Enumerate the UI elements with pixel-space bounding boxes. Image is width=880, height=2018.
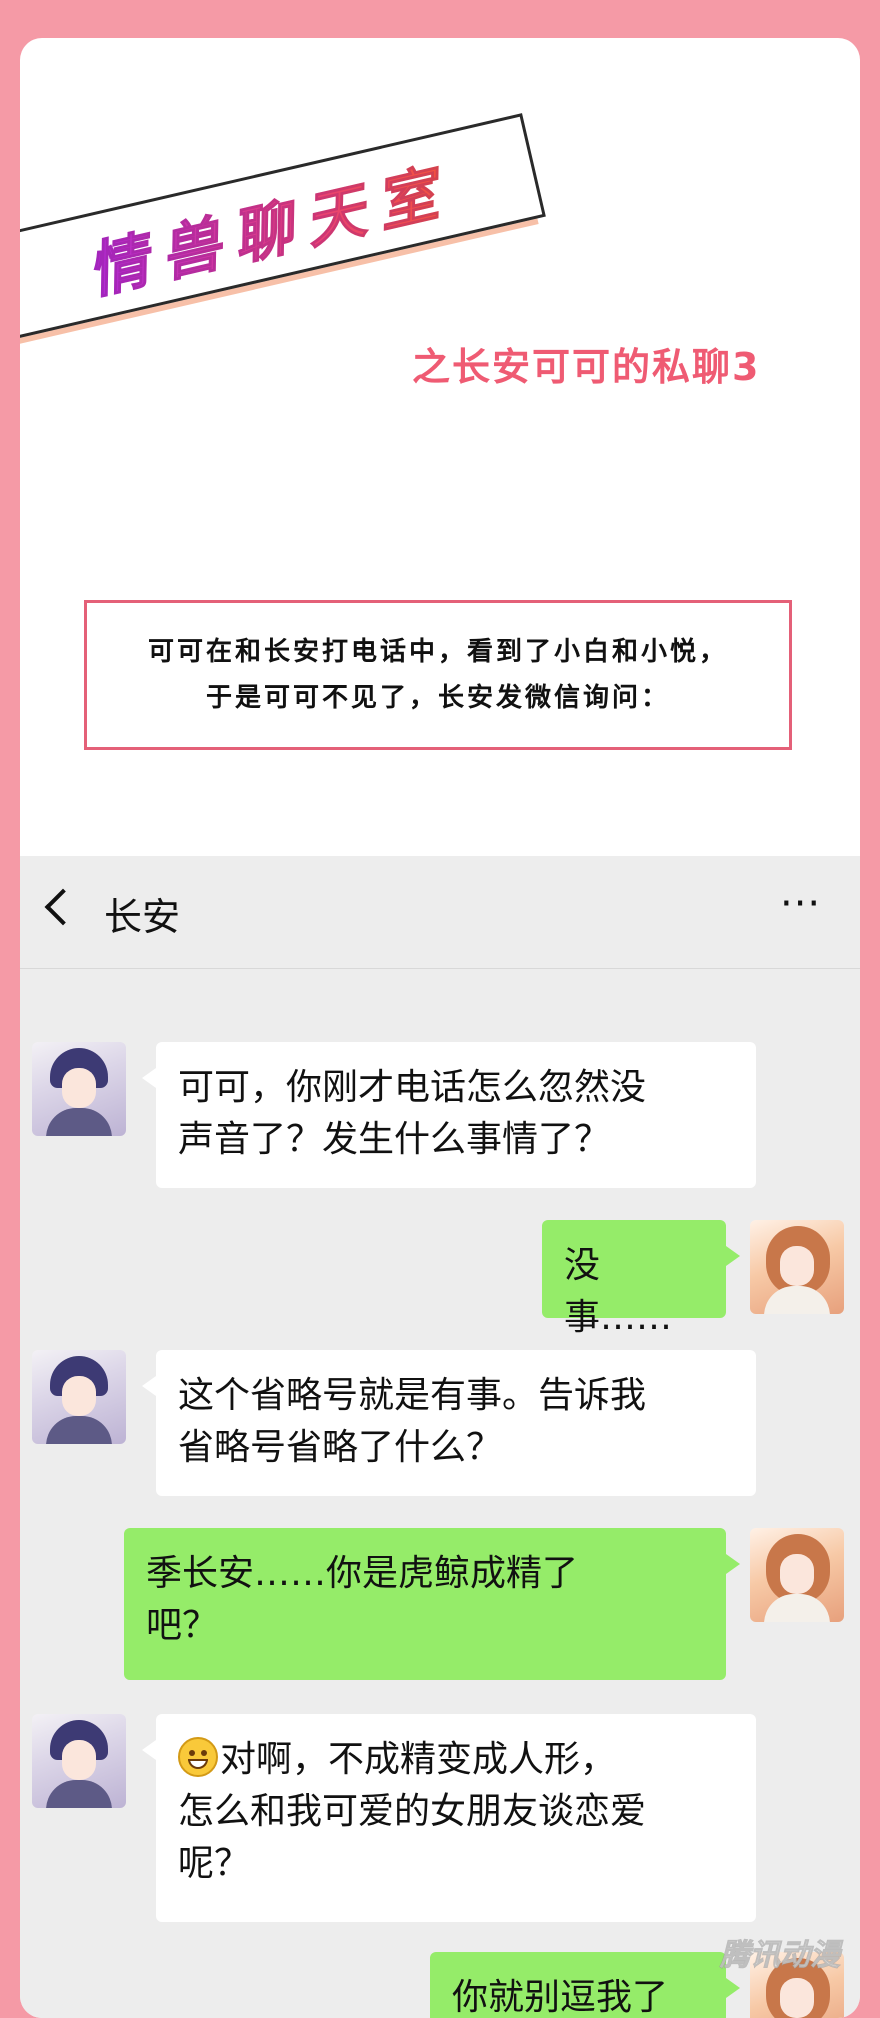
intro-line: 可可在和长安打电话中，看到了小白和小悦， [147,637,728,667]
contact-name: 长安 [104,895,181,939]
chat-header: 长安 ··· [20,856,860,969]
message-line: 对啊，不成精变成人形， [178,1734,734,1786]
message-text: 对啊，不成精变成人形， [220,1739,617,1780]
message-line: 季长安……你是虎鲸成精了 [146,1553,579,1594]
avatar[interactable] [750,1528,844,1622]
message-bubble[interactable]: 可可，你刚才电话怎么忽然没 声音了？发生什么事情了？ [142,1042,756,1188]
message-line: 怎么和我可爱的女朋友谈恋爱 [178,1791,647,1832]
message-line: 呢？ [178,1843,251,1884]
chevron-left-icon[interactable] [44,888,82,926]
intro-line: 于是可可不见了，长安发微信询问： [205,683,670,713]
avatar[interactable] [32,1714,126,1808]
message-line: 没事…… [564,1245,673,1338]
watermark-logo: 腾讯动漫 [720,1938,841,1974]
message-bubble[interactable]: 对啊，不成精变成人形， 怎么和我可爱的女朋友谈恋爱 呢？ [142,1714,756,1922]
message-bubble[interactable]: 这个省略号就是有事。告诉我 省略号省略了什么？ [142,1350,756,1496]
subtitle: 之长安可可的私聊3 [412,345,761,389]
title-banner: 情兽聊天室 [20,113,546,340]
avatar[interactable] [32,1350,126,1444]
avatar[interactable] [750,1220,844,1314]
message-line: 声音了？发生什么事情了？ [178,1119,611,1160]
message-line: 可可，你刚才电话怎么忽然没 [178,1067,647,1108]
message-line: 吧？ [146,1605,219,1646]
message-line: 你就别逗我了 [452,1977,669,2018]
intro-caption-box: 可可在和长安打电话中，看到了小白和小悦， 于是可可不见了，长安发微信询问： [84,600,792,750]
message-bubble[interactable]: 你就别逗我了 [430,1952,740,2018]
chat-window: 长安 ··· 可可，你刚才电话怎么忽然没 声音了？发生什么事情了？ 没事…… 这… [20,856,860,2018]
grin-emoji-icon [178,1737,218,1777]
message-bubble[interactable]: 没事…… [542,1220,740,1338]
ellipsis-icon[interactable]: ··· [780,884,821,924]
message-bubble[interactable]: 季长安……你是虎鲸成精了 吧？ [124,1528,740,1680]
message-line: 这个省略号就是有事。告诉我 [178,1375,647,1416]
message-line: 省略号省略了什么？ [178,1427,503,1468]
comic-panel: 情兽聊天室 之长安可可的私聊3 可可在和长安打电话中，看到了小白和小悦， 于是可… [20,38,860,2018]
avatar[interactable] [32,1042,126,1136]
